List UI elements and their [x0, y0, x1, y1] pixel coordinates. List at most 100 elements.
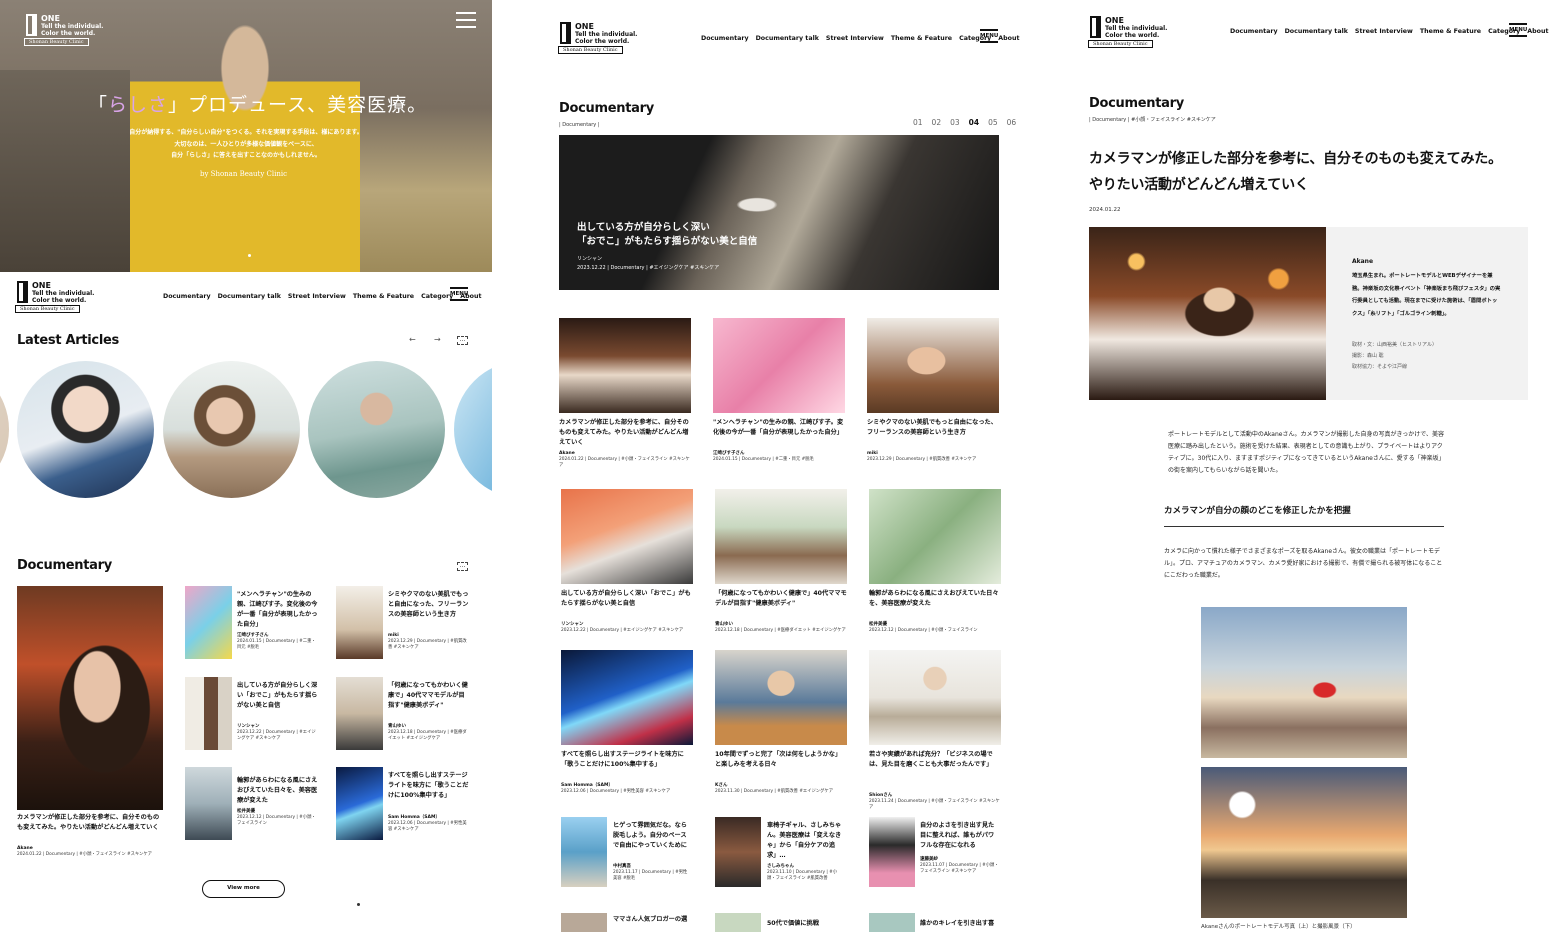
article-meta: Sam Homma（SAM） 2023.12.06 | Documentary |…: [388, 815, 470, 833]
article-title[interactable]: 出している方が自分らしく深い「おでこ」がもたらす揺らがない美と自信: [237, 681, 319, 711]
grid-view-icon[interactable]: …: [457, 562, 468, 571]
site-logo[interactable]: ONE Tell the individual. Color the world. …: [15, 281, 94, 313]
site-logo[interactable]: ONE Tell the individual. Color the world. …: [1088, 16, 1167, 48]
page-link[interactable]: 02: [932, 118, 942, 127]
article-thumb[interactable]: [715, 650, 847, 745]
nav-documentary[interactable]: Documentary: [163, 293, 211, 300]
nav-documentary[interactable]: Documentary: [1230, 28, 1278, 35]
article-thumb[interactable]: [561, 817, 607, 887]
article-title[interactable]: 「何歳になってもかわいく健康で」40代ママモデルが目指す"健康美ボディ": [715, 589, 847, 609]
article-thumb[interactable]: [185, 677, 232, 750]
article-title[interactable]: 輪郭があらわになる風にさえおびえていた日々を、美容医療が変えた: [869, 589, 1001, 609]
article-thumb[interactable]: [869, 650, 1001, 745]
latest-article-thumb[interactable]: [163, 361, 300, 498]
nav-documentary-talk[interactable]: Documentary talk: [218, 293, 281, 300]
prev-arrow-icon[interactable]: ←: [409, 335, 416, 344]
credit-cooperation: 取材協力：そよや江戸線: [1352, 364, 1408, 370]
nav-theme-feature[interactable]: Theme & Feature: [353, 293, 414, 300]
article-title[interactable]: 10年間でずっと完了「次は何をしようかな」と楽しみを考える日々: [715, 750, 847, 770]
logo-tagline-2: Color the world.: [32, 297, 87, 304]
article-thumb[interactable]: [336, 586, 383, 659]
page-link-active[interactable]: 04: [969, 118, 979, 127]
article-meta: 松井美優 2023.12.12 | Documentary | #小顔・フェイスラ…: [237, 809, 319, 827]
feature-article-title[interactable]: カメラマンが修正した部分を参考に、自分そのものも変えてみた。やりたい活動がどんど…: [17, 813, 163, 833]
article-thumb[interactable]: [336, 677, 383, 750]
article-title[interactable]: 「何歳になってもかわいく健康で」40代ママモデルが目指す"健康美ボディ": [388, 681, 470, 711]
article-date-tags: 2023.11.24 | Documentary | #小顔・フェイスライン #…: [869, 799, 1000, 810]
article-title[interactable]: ママさん人気ブロガーの選: [613, 915, 689, 925]
nav-theme-feature[interactable]: Theme & Feature: [1420, 28, 1481, 35]
portrait-photo: [1201, 607, 1407, 758]
article-thumb[interactable]: [561, 913, 607, 932]
nav-category[interactable]: Category: [421, 293, 453, 300]
hero-slider-dot[interactable]: [248, 254, 251, 257]
article-thumb[interactable]: [561, 650, 693, 745]
documentary-heading: Documentary: [17, 558, 112, 573]
article-thumb[interactable]: [185, 767, 232, 840]
article-thumb[interactable]: [715, 489, 847, 584]
article-title[interactable]: 車椅子ギャル、さしみちゃん。美容医療は「変えなきゃ」から「自分ケアの追求」…: [767, 821, 845, 861]
latest-article-thumb[interactable]: [17, 361, 154, 498]
page-link[interactable]: 06: [1007, 118, 1017, 127]
hamburger-menu-icon[interactable]: [456, 12, 476, 33]
article-thumb[interactable]: [713, 318, 845, 413]
site-logo[interactable]: ONE Tell the individual. Color the world. …: [558, 22, 637, 54]
page-subcaption: | Documentary |: [559, 122, 600, 128]
menu-button[interactable]: MENU: [980, 29, 998, 43]
article-title[interactable]: ヒゲって雰囲気だな。なら脱毛しよう。自分のペースで自由にやっていくために: [613, 821, 689, 851]
page-link[interactable]: 05: [988, 118, 998, 127]
nav-about[interactable]: About: [998, 35, 1019, 42]
menu-button[interactable]: MENU: [450, 287, 468, 301]
article-meta: 青山ゆい 2023.12.18 | Documentary | #医療ダイエット …: [388, 724, 470, 742]
grid-view-icon[interactable]: …: [457, 336, 468, 345]
article-thumb[interactable]: [867, 318, 999, 413]
next-arrow-icon[interactable]: →: [434, 335, 441, 344]
nav-documentary-talk[interactable]: Documentary talk: [756, 35, 819, 42]
article-title[interactable]: すべてを照らし出すステージライトを味方に「歌うことだけに100%集中する」: [388, 771, 470, 801]
article-thumb[interactable]: [559, 318, 691, 413]
nav-street-interview[interactable]: Street Interview: [288, 293, 346, 300]
nav-street-interview[interactable]: Street Interview: [826, 35, 884, 42]
site-logo[interactable]: ONE Tell the individual. Color the world. …: [24, 14, 103, 46]
article-meta: Shionさん 2023.11.24 | Documentary | #小顔・フェ…: [869, 793, 1001, 811]
article-title[interactable]: シミやクマのない美肌でもっと自由になった、フリーランスの美容師という生き方: [867, 418, 999, 438]
page-dot[interactable]: [357, 903, 360, 906]
article-meta: 江崎びす子さん 2024.01.15 | Documentary | #二重・目元…: [237, 633, 319, 651]
feature-article-thumb[interactable]: [17, 586, 163, 810]
article-title[interactable]: すべてを照らし出すステージライトを味方に「歌うことだけに100%集中する」: [561, 750, 693, 770]
nav-theme-feature[interactable]: Theme & Feature: [891, 35, 952, 42]
article-title[interactable]: "メンヘラチャン"の生みの親、江崎びす子。変化後の今が一番「自分が表現したかった…: [713, 418, 845, 438]
article-thumb[interactable]: [715, 913, 761, 932]
article-title[interactable]: 50代で価値に挑戦: [767, 919, 845, 929]
article-title[interactable]: "メンヘラチャン"の生みの親、江崎びす子。変化後の今が一番「自分が表現したかった…: [237, 590, 319, 630]
featured-hero-image[interactable]: 出している方が自分らしく深い 「おでこ」がもたらす揺らがない美と自信 リンシャン…: [559, 135, 999, 290]
article-thumb[interactable]: [336, 767, 383, 840]
article-thumb[interactable]: [561, 489, 693, 584]
nav-about[interactable]: About: [1527, 28, 1548, 35]
article-thumb[interactable]: [869, 817, 915, 887]
article-title[interactable]: 誰かのキレイを引き出す喜: [920, 919, 1000, 929]
article-title[interactable]: 輪郭があらわになる風にさえおびえていた日々を、美容医療が変えた: [237, 776, 319, 806]
article-thumb[interactable]: [869, 913, 915, 932]
article-thumb[interactable]: [715, 817, 761, 887]
article-date: 2023.12.29: [388, 639, 413, 644]
article-thumb[interactable]: [869, 489, 1001, 584]
latest-article-thumb[interactable]: [0, 361, 9, 498]
latest-article-thumb[interactable]: [454, 361, 492, 498]
article-thumb[interactable]: [185, 586, 232, 659]
page-link[interactable]: 03: [950, 118, 960, 127]
page-link[interactable]: 01: [913, 118, 923, 127]
menu-button[interactable]: MENU: [1509, 23, 1527, 37]
article-title[interactable]: シミやクマのない美肌でもっと自由になった、フリーランスの美容師という生き方: [388, 590, 470, 620]
nav-documentary-talk[interactable]: Documentary talk: [1285, 28, 1348, 35]
article-title[interactable]: カメラマンが修正した部分を参考に、自分そのものも変えてみた。やりたい活動がどんど…: [559, 418, 691, 448]
featured-hero-title[interactable]: 出している方が自分らしく深い 「おでこ」がもたらす揺らがない美と自信: [577, 221, 757, 249]
article-title[interactable]: 若さや実績があれば充分？「ビジネスの場では、見た目を磨くことも大事だったんです」: [869, 750, 1001, 770]
article-title[interactable]: 自分のよさを引き出す見た目に整えれば、誰もがパワフルな存在になれる: [920, 821, 1000, 851]
hero-date: 2023.12.22: [577, 265, 606, 271]
nav-street-interview[interactable]: Street Interview: [1355, 28, 1413, 35]
latest-article-thumb[interactable]: [308, 361, 445, 498]
view-more-button[interactable]: View more: [202, 880, 285, 898]
nav-documentary[interactable]: Documentary: [701, 35, 749, 42]
article-title[interactable]: 出している方が自分らしく深い「おでこ」がもたらす揺らがない美と自信: [561, 589, 693, 609]
